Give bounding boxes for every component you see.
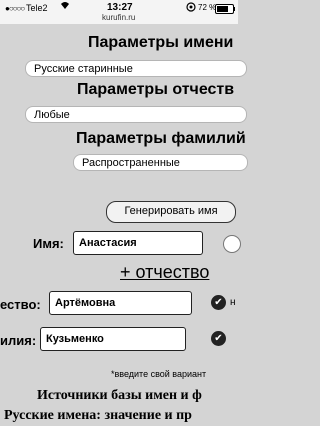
name-value: Анастасия [79, 237, 137, 249]
name-params-heading: Параметры имени [88, 34, 234, 51]
patronymic-check-icon[interactable]: ✔ [211, 295, 226, 310]
custom-input-hint: *введите свой вариант [111, 369, 207, 379]
wifi-icon [60, 1, 70, 13]
name-input[interactable]: Анастасия [73, 231, 203, 255]
generate-name-button[interactable]: Генерировать имя [106, 201, 236, 223]
location-icon [186, 2, 196, 14]
patronymic-type-selected: Любые [34, 109, 70, 121]
name-lock-radio[interactable] [223, 235, 241, 253]
surname-check-icon[interactable]: ✔ [211, 331, 226, 346]
battery-percent: 72 % [198, 3, 217, 12]
name-meanings-link[interactable]: Русские имена: значение и пр [4, 408, 192, 424]
patronymic-input[interactable]: Артёмовна [49, 291, 192, 315]
surname-input[interactable]: Кузьменко [40, 327, 186, 351]
name-type-select[interactable]: Русские старинные [25, 60, 247, 77]
clock: 13:27 [107, 2, 133, 13]
battery-icon [215, 4, 234, 14]
patronymic-label: ество: [0, 297, 41, 312]
patronymic-value: Артёмовна [55, 297, 116, 309]
surname-value: Кузьменко [46, 333, 104, 345]
name-label: Имя: [33, 236, 64, 251]
surname-params-heading: Параметры фамилий [76, 130, 246, 147]
name-type-selected: Русские старинные [34, 63, 133, 75]
battery-fill [217, 6, 228, 12]
url-domain[interactable]: kurufin.ru [102, 13, 135, 22]
battery-tip [233, 7, 235, 11]
surname-type-selected: Распространенные [82, 157, 180, 169]
sources-heading-link[interactable]: Источники базы имен и ф [37, 388, 202, 404]
patronymic-type-select[interactable]: Любые [25, 106, 247, 123]
patronymic-params-heading: Параметры отчеств [77, 81, 235, 98]
patronymic-check-label: н [230, 297, 236, 308]
surname-label: илия: [0, 333, 37, 348]
signal-strength-icon: ●○○○○ [5, 4, 25, 13]
add-patronymic-link[interactable]: + отчество [120, 262, 209, 283]
surname-type-select[interactable]: Распространенные [73, 154, 248, 171]
carrier-name: Tele2 [26, 3, 48, 13]
status-bar: ●○○○○ Tele2 13:27 kurufin.ru 72 % [0, 0, 238, 24]
